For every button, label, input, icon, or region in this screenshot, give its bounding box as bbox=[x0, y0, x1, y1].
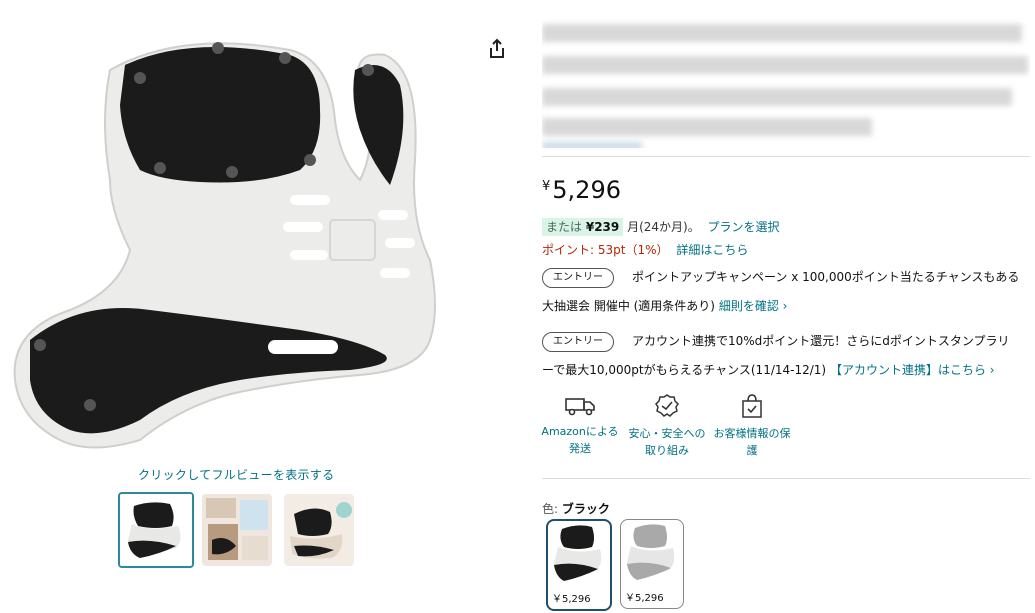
price-amount: 5,296 bbox=[552, 176, 621, 204]
thumbnail-3[interactable] bbox=[284, 494, 354, 566]
promo-text-line2: ーで最大10,000ptがもらえるチャンス(11/14-12/1) bbox=[542, 363, 827, 377]
product-title-blurred bbox=[542, 18, 1030, 148]
secure-bag-icon bbox=[742, 394, 762, 418]
entry-button[interactable]: エントリー bbox=[542, 267, 614, 288]
color-label: 色: ブラック bbox=[542, 502, 610, 516]
main-product-image[interactable] bbox=[0, 10, 480, 455]
price: ¥5,296 bbox=[542, 176, 621, 204]
price-currency: ¥ bbox=[542, 179, 551, 194]
select-plan-link[interactable]: プランを選択 bbox=[708, 220, 780, 234]
color-swatch-black[interactable]: ￥5,296 bbox=[546, 519, 612, 611]
points-details-link[interactable]: 詳細はこちら bbox=[676, 243, 748, 257]
share-icon[interactable] bbox=[488, 38, 506, 60]
thumbnail-2[interactable] bbox=[202, 494, 272, 566]
installment-suffix: 月(24か月)。 bbox=[627, 220, 700, 234]
promo-text-line1: アカウント連携で10%dポイント還元！さらにdポイントスタンプラリ bbox=[632, 334, 1010, 348]
promo-text-line1: ポイントアップキャンペーン x 100,000ポイント当たるチャンスもある bbox=[632, 270, 1020, 284]
promo-campaign-1: エントリー ポイントアップキャンペーン x 100,000ポイント当たるチャンスも… bbox=[542, 266, 1030, 318]
swatch-price: ￥5,296 bbox=[625, 593, 664, 604]
feature-label: 安心・安全への取り組み bbox=[628, 427, 706, 457]
installment-badge: または ¥239 bbox=[542, 218, 624, 236]
thumbnail-1[interactable] bbox=[118, 492, 194, 568]
color-swatch-gray[interactable]: ￥5,296 bbox=[620, 519, 684, 609]
feature-amazon-shipping[interactable]: Amazonによる発送 bbox=[540, 393, 620, 457]
swatch-price: ￥5,296 bbox=[552, 594, 591, 605]
installment-row: または ¥239 月(24か月)。 プランを選択 bbox=[542, 218, 780, 236]
entry-button[interactable]: エントリー bbox=[542, 331, 614, 352]
feature-label: Amazonによる発送 bbox=[541, 425, 619, 455]
feature-label: お客様情報の保護 bbox=[713, 427, 791, 457]
points-text: ポイント: 53pt（1%） bbox=[542, 243, 669, 257]
feature-privacy[interactable]: お客様情報の保護 bbox=[712, 393, 792, 459]
truck-icon bbox=[565, 398, 595, 416]
promo-terms-link[interactable]: 細則を確認 › bbox=[719, 299, 788, 313]
selected-color: ブラック bbox=[561, 502, 610, 516]
promo-campaign-2: エントリー アカウント連携で10%dポイント還元！さらにdポイントスタンプラリ ー… bbox=[542, 330, 1030, 382]
badge-check-icon bbox=[655, 394, 679, 417]
feature-safety[interactable]: 安心・安全への取り組み bbox=[627, 393, 707, 459]
points-row: ポイント: 53pt（1%） 詳細はこちら bbox=[542, 241, 748, 258]
promo-text-line2: 大抽選会 開催中 (適用条件あり) bbox=[542, 299, 715, 313]
account-link[interactable]: 【アカウント連携】はこちら › bbox=[830, 363, 995, 377]
fullview-link[interactable]: クリックしてフルビューを表示する bbox=[138, 466, 334, 483]
